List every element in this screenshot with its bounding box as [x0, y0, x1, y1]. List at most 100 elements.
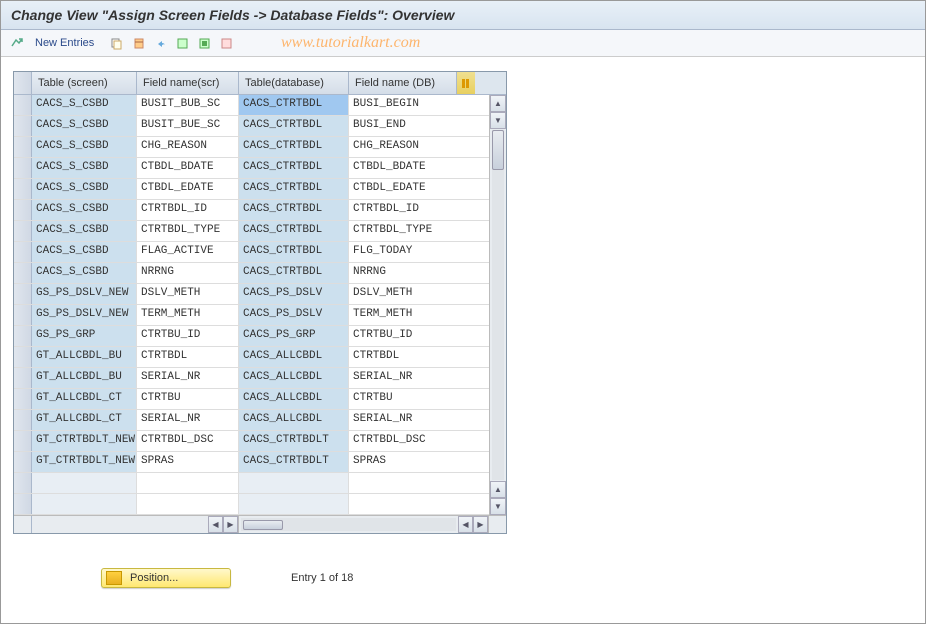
- cell[interactable]: [349, 473, 457, 493]
- cell[interactable]: [32, 473, 137, 493]
- cell[interactable]: [137, 473, 239, 493]
- cell[interactable]: TERM_METH: [137, 305, 239, 325]
- cell[interactable]: [239, 494, 349, 514]
- cell[interactable]: CHG_REASON: [137, 137, 239, 157]
- deselect-all-icon[interactable]: [216, 33, 236, 53]
- cell[interactable]: CACS_CTRTBDL: [239, 221, 349, 241]
- cell[interactable]: GT_ALLCBDL_CT: [32, 389, 137, 409]
- cell[interactable]: CACS_S_CSBD: [32, 179, 137, 199]
- delete-icon[interactable]: [128, 33, 148, 53]
- cell[interactable]: CACS_S_CSBD: [32, 116, 137, 136]
- row-selector[interactable]: [14, 473, 32, 493]
- table-row[interactable]: CACS_S_CSBDCTRTBDL_TYPECACS_CTRTBDLCTRTB…: [14, 221, 489, 242]
- cell[interactable]: BUSIT_BUB_SC: [137, 95, 239, 115]
- table-row[interactable]: CACS_S_CSBDNRRNGCACS_CTRTBDLNRRNG: [14, 263, 489, 284]
- table-row[interactable]: GS_PS_DSLV_NEWTERM_METHCACS_PS_DSLVTERM_…: [14, 305, 489, 326]
- cell[interactable]: GT_CTRTBDLT_NEW: [32, 431, 137, 451]
- table-row-empty[interactable]: [14, 494, 489, 515]
- h-scroll-left-1[interactable]: ◀: [208, 516, 223, 533]
- new-entries-button[interactable]: New Entries: [29, 35, 100, 51]
- cell[interactable]: CACS_ALLCBDL: [239, 410, 349, 430]
- h-scroll-right-1[interactable]: ▶: [223, 516, 238, 533]
- h-scroll-track[interactable]: [241, 518, 456, 531]
- cell[interactable]: CTRTBDL_TYPE: [349, 221, 457, 241]
- cell[interactable]: [32, 494, 137, 514]
- table-row[interactable]: GT_ALLCBDL_BUSERIAL_NRCACS_ALLCBDLSERIAL…: [14, 368, 489, 389]
- cell[interactable]: CACS_CTRTBDL: [239, 263, 349, 283]
- cell[interactable]: BUSI_END: [349, 116, 457, 136]
- cell[interactable]: [239, 473, 349, 493]
- cell[interactable]: NRRNG: [137, 263, 239, 283]
- row-selector[interactable]: [14, 284, 32, 304]
- cell[interactable]: GT_ALLCBDL_BU: [32, 368, 137, 388]
- cell[interactable]: CACS_CTRTBDL: [239, 179, 349, 199]
- h-scroll-right-2[interactable]: ▶: [473, 516, 488, 533]
- cell[interactable]: CTRTBDL: [349, 347, 457, 367]
- table-row[interactable]: CACS_S_CSBDBUSIT_BUE_SCCACS_CTRTBDLBUSI_…: [14, 116, 489, 137]
- row-selector[interactable]: [14, 95, 32, 115]
- cell[interactable]: CACS_CTRTBDLT: [239, 452, 349, 472]
- cell[interactable]: GS_PS_DSLV_NEW: [32, 284, 137, 304]
- cell[interactable]: CACS_ALLCBDL: [239, 347, 349, 367]
- table-row[interactable]: GT_CTRTBDLT_NEWCTRTBDL_DSCCACS_CTRTBDLTC…: [14, 431, 489, 452]
- cell[interactable]: SERIAL_NR: [137, 410, 239, 430]
- column-config-button[interactable]: [457, 72, 475, 94]
- cell[interactable]: CACS_S_CSBD: [32, 200, 137, 220]
- cell[interactable]: BUSI_BEGIN: [349, 95, 457, 115]
- cell[interactable]: SERIAL_NR: [349, 410, 457, 430]
- cell[interactable]: CTRTBDL_DSC: [349, 431, 457, 451]
- cell[interactable]: CACS_ALLCBDL: [239, 389, 349, 409]
- cell[interactable]: CTRTBDL_TYPE: [137, 221, 239, 241]
- cell[interactable]: CACS_S_CSBD: [32, 158, 137, 178]
- cell[interactable]: CHG_REASON: [349, 137, 457, 157]
- cell[interactable]: SERIAL_NR: [349, 368, 457, 388]
- cell[interactable]: CTBDL_BDATE: [349, 158, 457, 178]
- row-selector[interactable]: [14, 494, 32, 514]
- row-selector[interactable]: [14, 179, 32, 199]
- cell[interactable]: GT_ALLCBDL_BU: [32, 347, 137, 367]
- table-row[interactable]: GS_PS_DSLV_NEWDSLV_METHCACS_PS_DSLVDSLV_…: [14, 284, 489, 305]
- h-scroll-left-2[interactable]: ◀: [458, 516, 473, 533]
- cell[interactable]: GS_PS_DSLV_NEW: [32, 305, 137, 325]
- cell[interactable]: CACS_CTRTBDLT: [239, 431, 349, 451]
- select-block-icon[interactable]: [194, 33, 214, 53]
- row-selector[interactable]: [14, 221, 32, 241]
- cell[interactable]: [137, 494, 239, 514]
- scroll-up-button[interactable]: ▲: [490, 95, 506, 112]
- table-row[interactable]: GT_CTRTBDLT_NEWSPRASCACS_CTRTBDLTSPRAS: [14, 452, 489, 473]
- cell[interactable]: CACS_PS_GRP: [239, 326, 349, 346]
- row-selector[interactable]: [14, 158, 32, 178]
- cell[interactable]: CACS_CTRTBDL: [239, 137, 349, 157]
- row-selector[interactable]: [14, 263, 32, 283]
- table-row[interactable]: CACS_S_CSBDCHG_REASONCACS_CTRTBDLCHG_REA…: [14, 137, 489, 158]
- row-selector[interactable]: [14, 242, 32, 262]
- cell[interactable]: CACS_ALLCBDL: [239, 368, 349, 388]
- cell[interactable]: CACS_S_CSBD: [32, 242, 137, 262]
- row-selector[interactable]: [14, 347, 32, 367]
- cell[interactable]: CACS_S_CSBD: [32, 137, 137, 157]
- cell[interactable]: [349, 494, 457, 514]
- cell[interactable]: CACS_PS_DSLV: [239, 284, 349, 304]
- row-selector[interactable]: [14, 326, 32, 346]
- cell[interactable]: CTBDL_EDATE: [137, 179, 239, 199]
- cell[interactable]: CTRTBDL_ID: [349, 200, 457, 220]
- row-selector[interactable]: [14, 116, 32, 136]
- undo-icon[interactable]: [150, 33, 170, 53]
- col-header-3[interactable]: Table(database): [239, 72, 349, 94]
- cell[interactable]: CACS_CTRTBDL: [239, 200, 349, 220]
- table-row[interactable]: CACS_S_CSBDCTBDL_EDATECACS_CTRTBDLCTBDL_…: [14, 179, 489, 200]
- cell[interactable]: CACS_CTRTBDL: [239, 242, 349, 262]
- col-header-1[interactable]: Table (screen): [32, 72, 137, 94]
- copy-icon[interactable]: [106, 33, 126, 53]
- cell[interactable]: CTRTBU_ID: [137, 326, 239, 346]
- cell[interactable]: CTBDL_EDATE: [349, 179, 457, 199]
- table-row[interactable]: GT_ALLCBDL_CTSERIAL_NRCACS_ALLCBDLSERIAL…: [14, 410, 489, 431]
- cell[interactable]: CACS_PS_DSLV: [239, 305, 349, 325]
- cell[interactable]: CTRTBDL_ID: [137, 200, 239, 220]
- cell[interactable]: BUSIT_BUE_SC: [137, 116, 239, 136]
- cell[interactable]: SPRAS: [349, 452, 457, 472]
- cell[interactable]: CTRTBU_ID: [349, 326, 457, 346]
- table-row[interactable]: CACS_S_CSBDBUSIT_BUB_SCCACS_CTRTBDLBUSI_…: [14, 95, 489, 116]
- cell[interactable]: CTRTBU: [137, 389, 239, 409]
- cell[interactable]: SPRAS: [137, 452, 239, 472]
